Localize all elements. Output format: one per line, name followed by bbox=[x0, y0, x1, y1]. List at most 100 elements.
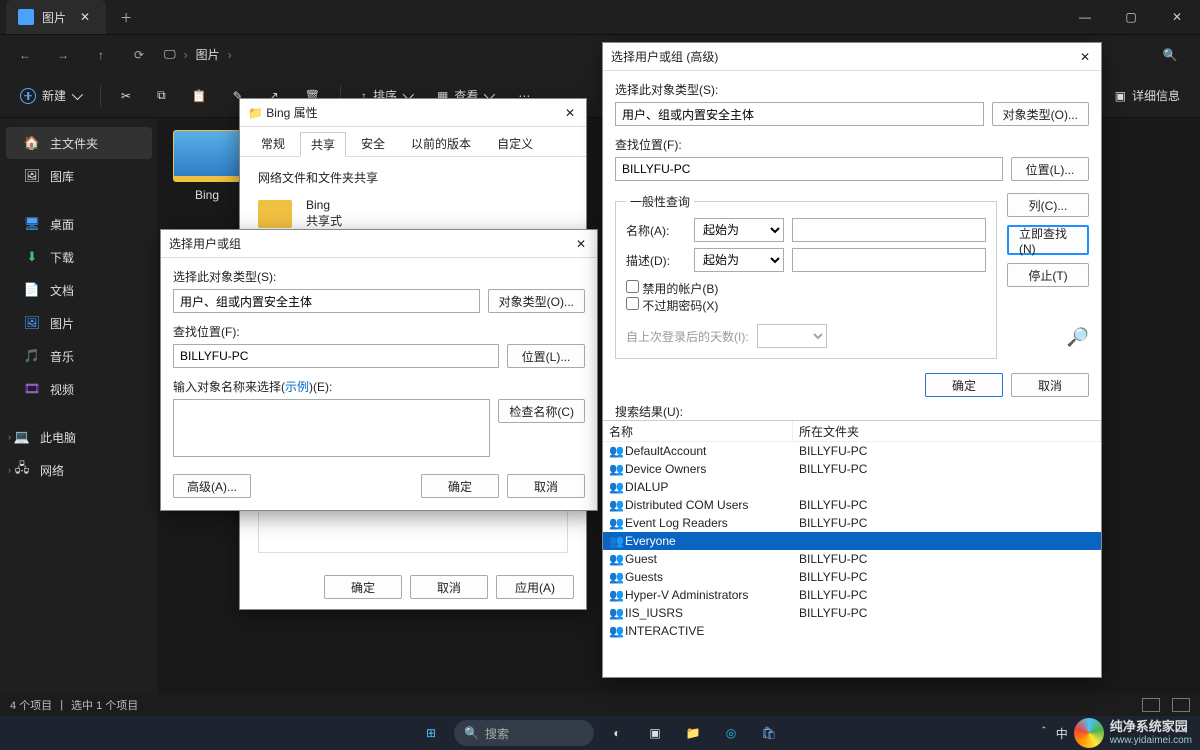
dlg-props-titlebar[interactable]: 📁 Bing 属性 ✕ bbox=[240, 99, 586, 127]
sidebar-item-gallery[interactable]: 🖼图库 bbox=[6, 160, 152, 192]
chevron-right-icon[interactable]: › bbox=[8, 465, 11, 475]
result-row[interactable]: 👥Distributed COM UsersBILLYFU-PC bbox=[603, 496, 1101, 514]
tray-chevron-icon[interactable]: ＾ bbox=[1038, 725, 1050, 742]
adv-name-input[interactable] bbox=[792, 218, 986, 242]
sidebar-item-videos[interactable]: 🎞视频 bbox=[6, 373, 152, 405]
adv-desc-mode[interactable]: 起始为 bbox=[694, 248, 784, 272]
view-grid-button[interactable] bbox=[1172, 698, 1190, 712]
results-header[interactable]: 名称 所在文件夹 bbox=[603, 420, 1101, 442]
sidebar-item-desktop[interactable]: 🖥桌面 bbox=[6, 208, 152, 240]
crumb-pictures[interactable]: 图片 bbox=[196, 46, 220, 63]
search-button[interactable]: 🔍 bbox=[1148, 41, 1192, 69]
result-row[interactable]: 👥IUSR bbox=[603, 640, 1101, 642]
ime-indicator[interactable]: 中 bbox=[1056, 725, 1068, 742]
su-type-field[interactable] bbox=[173, 289, 480, 313]
adv-name-label: 名称(A): bbox=[626, 222, 686, 239]
col-name[interactable]: 名称 bbox=[603, 421, 793, 441]
refresh-button[interactable]: ⟳ bbox=[122, 40, 156, 70]
props-apply-button[interactable]: 应用(A) bbox=[496, 575, 574, 599]
new-button[interactable]: 新建 bbox=[10, 81, 90, 111]
paste-button[interactable]: 📋 bbox=[182, 81, 217, 111]
forward-button[interactable]: → bbox=[46, 40, 80, 70]
chevron-right-icon[interactable]: › bbox=[8, 432, 11, 442]
principal-icon: 👥 bbox=[609, 606, 625, 620]
copy-button[interactable]: ⧉ bbox=[147, 81, 176, 111]
su-cancel-button[interactable]: 取消 bbox=[507, 474, 585, 498]
sidebar-item-music[interactable]: 🎵音乐 bbox=[6, 340, 152, 372]
su-loc-field[interactable] bbox=[173, 344, 499, 368]
task-app-2[interactable]: ▣ bbox=[640, 720, 670, 746]
maximize-button[interactable]: ▢ bbox=[1108, 0, 1154, 34]
adv-findnow-button[interactable]: 立即查找(N) bbox=[1007, 225, 1089, 255]
close-icon[interactable]: ✕ bbox=[1069, 43, 1101, 71]
su-type-button[interactable]: 对象类型(O)... bbox=[488, 289, 585, 313]
col-folder[interactable]: 所在文件夹 bbox=[793, 421, 1101, 441]
breadcrumb[interactable]: 🖵 › 图片 › bbox=[160, 46, 236, 63]
adv-columns-button[interactable]: 列(C)... bbox=[1007, 193, 1089, 217]
dlg-adv-titlebar[interactable]: 选择用户或组 (高级) ✕ bbox=[603, 43, 1101, 71]
result-row[interactable]: 👥IIS_IUSRSBILLYFU-PC bbox=[603, 604, 1101, 622]
view-list-button[interactable] bbox=[1142, 698, 1160, 712]
sidebar-item-pictures[interactable]: 🖼图片 bbox=[6, 307, 152, 339]
results-list[interactable]: 👥DefaultAccountBILLYFU-PC👥Device OwnersB… bbox=[603, 442, 1101, 642]
adv-stop-button[interactable]: 停止(T) bbox=[1007, 263, 1089, 287]
sidebar-item-downloads[interactable]: ⬇下载 bbox=[6, 241, 152, 273]
su-example-link[interactable]: 示例 bbox=[285, 380, 309, 394]
adv-query-legend: 一般性查询 bbox=[626, 193, 694, 210]
sidebar-item-home[interactable]: 🏠主文件夹 bbox=[6, 127, 152, 159]
tab-general[interactable]: 常规 bbox=[250, 131, 296, 156]
result-row[interactable]: 👥DIALUP bbox=[603, 478, 1101, 496]
close-window-button[interactable]: ✕ bbox=[1154, 0, 1200, 34]
task-edge[interactable]: ◎ bbox=[716, 720, 746, 746]
adv-chk-pwd[interactable]: 不过期密码(X) bbox=[626, 299, 718, 313]
taskbar-search[interactable]: 🔍 搜索 bbox=[454, 720, 594, 746]
start-button[interactable]: ⊞ bbox=[416, 720, 446, 746]
result-row[interactable]: 👥DefaultAccountBILLYFU-PC bbox=[603, 442, 1101, 460]
props-cancel-button[interactable]: 取消 bbox=[410, 575, 488, 599]
su-advanced-button[interactable]: 高级(A)... bbox=[173, 474, 251, 498]
sidebar-item-network[interactable]: ›🖧网络 bbox=[6, 454, 152, 486]
minimize-button[interactable]: — bbox=[1062, 0, 1108, 34]
result-row[interactable]: 👥Device OwnersBILLYFU-PC bbox=[603, 460, 1101, 478]
back-button[interactable]: ← bbox=[8, 40, 42, 70]
result-row[interactable]: 👥INTERACTIVE bbox=[603, 622, 1101, 640]
tab-prev[interactable]: 以前的版本 bbox=[400, 131, 482, 156]
su-loc-button[interactable]: 位置(L)... bbox=[507, 344, 585, 368]
new-tab-button[interactable]: ＋ bbox=[106, 9, 146, 26]
adv-ok-button[interactable]: 确定 bbox=[925, 373, 1003, 397]
task-app-1[interactable]: ◐ bbox=[602, 720, 632, 746]
result-row[interactable]: 👥GuestBILLYFU-PC bbox=[603, 550, 1101, 568]
close-icon[interactable]: ✕ bbox=[554, 99, 586, 127]
su-ok-button[interactable]: 确定 bbox=[421, 474, 499, 498]
result-row[interactable]: 👥Event Log ReadersBILLYFU-PC bbox=[603, 514, 1101, 532]
props-ok-button[interactable]: 确定 bbox=[324, 575, 402, 599]
close-icon[interactable]: ✕ bbox=[565, 230, 597, 258]
cut-button[interactable]: ✂ bbox=[111, 81, 141, 111]
dlg-su-titlebar[interactable]: 选择用户或组 ✕ bbox=[161, 230, 597, 258]
result-row[interactable]: 👥GuestsBILLYFU-PC bbox=[603, 568, 1101, 586]
sidebar-item-thispc[interactable]: ›💻此电脑 bbox=[6, 421, 152, 453]
adv-loc-button[interactable]: 位置(L)... bbox=[1011, 157, 1089, 181]
su-object-name-input[interactable] bbox=[173, 399, 490, 457]
tab-custom[interactable]: 自定义 bbox=[486, 131, 544, 156]
tab-pictures[interactable]: 图片 ✕ bbox=[6, 0, 106, 34]
result-row[interactable]: 👥Everyone bbox=[603, 532, 1101, 550]
adv-type-button[interactable]: 对象类型(O)... bbox=[992, 102, 1089, 126]
adv-loc-field[interactable] bbox=[615, 157, 1003, 181]
adv-desc-input[interactable] bbox=[792, 248, 986, 272]
tab-security[interactable]: 安全 bbox=[350, 131, 396, 156]
details-pane-button[interactable]: ▣ 详细信息 bbox=[1105, 81, 1190, 111]
result-row[interactable]: 👥Hyper-V AdministratorsBILLYFU-PC bbox=[603, 586, 1101, 604]
task-explorer[interactable]: 📁 bbox=[678, 720, 708, 746]
tab-share[interactable]: 共享 bbox=[300, 132, 346, 157]
adv-chk-disabled[interactable]: 禁用的帐户(B) bbox=[626, 282, 718, 296]
close-tab-icon[interactable]: ✕ bbox=[74, 10, 96, 24]
sidebar-item-documents[interactable]: 📄文档 bbox=[6, 274, 152, 306]
adv-name-mode[interactable]: 起始为 bbox=[694, 218, 784, 242]
su-checkname-button[interactable]: 检查名称(C) bbox=[498, 399, 585, 423]
up-button[interactable]: ↑ bbox=[84, 40, 118, 70]
adv-cancel-button[interactable]: 取消 bbox=[1011, 373, 1089, 397]
task-store[interactable]: 🛍 bbox=[754, 720, 784, 746]
adv-type-field[interactable] bbox=[615, 102, 984, 126]
folder-bing[interactable]: Bing bbox=[170, 130, 244, 202]
